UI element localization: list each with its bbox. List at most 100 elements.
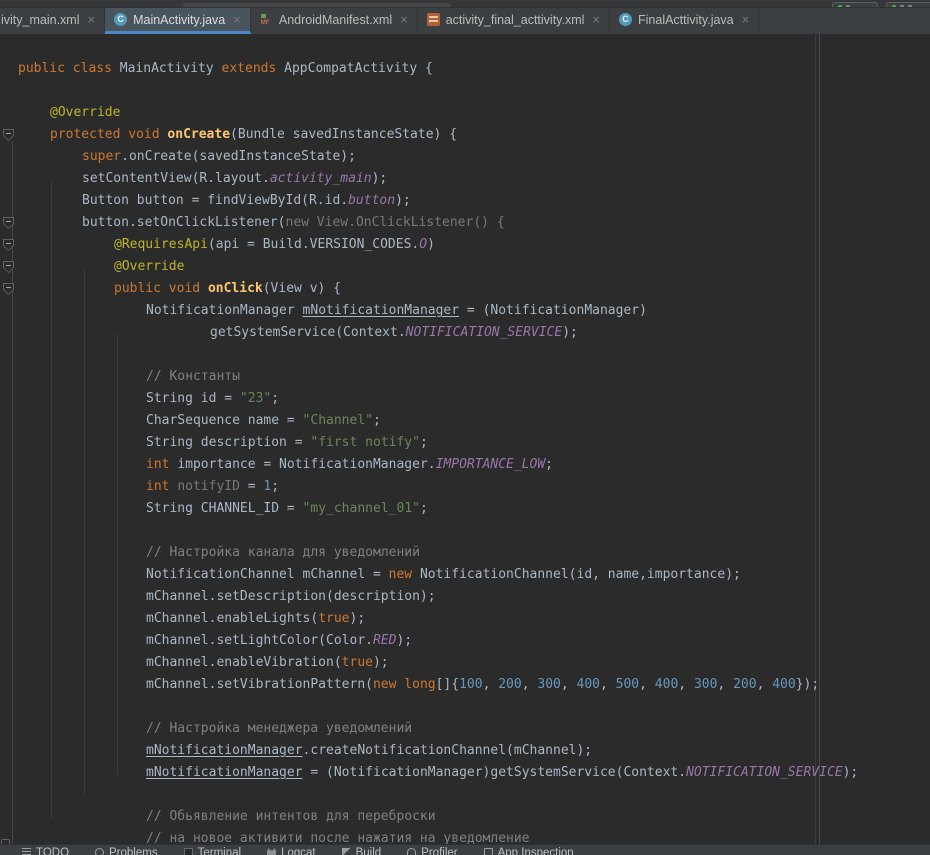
code-token: , (757, 677, 773, 692)
code-token: (Bundle savedInstanceState) { (230, 127, 457, 142)
code-line: super.onCreate(savedInstanceState); (0, 146, 930, 168)
toolwindow-button-Problems[interactable]: Problems (95, 847, 158, 855)
code-token: new (389, 567, 420, 582)
code-token: ); (372, 171, 388, 186)
code-token: public (114, 281, 169, 296)
close-icon[interactable]: × (231, 13, 241, 26)
close-icon[interactable]: × (590, 13, 600, 26)
code-token: .onCreate(savedInstanceState); (121, 149, 356, 164)
tab-AndroidManifest.xml[interactable]: AndroidManifest.xml× (251, 8, 418, 34)
code-token: notifyID (177, 479, 240, 494)
code-token: Button button = findViewById(R.id. (82, 193, 348, 208)
tab-activity_final_acttivity.xml[interactable]: activity_final_acttivity.xml× (418, 8, 610, 34)
code-token: 200 (733, 677, 756, 692)
code-line: mNotificationManager = (NotificationMana… (0, 762, 930, 784)
code-line: getSystemService(Context.NOTIFICATION_SE… (0, 322, 930, 344)
code-token: "23" (240, 391, 271, 406)
build-icon (342, 848, 351, 855)
code-editor[interactable]: public class MainActivity extends AppCom… (0, 34, 930, 855)
code-token: ; (271, 391, 279, 406)
code-token: , (639, 677, 655, 692)
top-toolbar-strip (0, 0, 930, 8)
code-token: activity_main (270, 171, 372, 186)
code-line: // Обьявление интентов для переброски (0, 806, 930, 828)
code-token: @Override (114, 259, 184, 274)
code-token: String description = (146, 435, 310, 450)
code-token: @RequiresApi (114, 237, 208, 252)
tab-MainActivity.java[interactable]: CMainActivity.java× (105, 8, 251, 34)
app-inspection-icon (484, 848, 493, 855)
code-token: 200 (498, 677, 521, 692)
code-line: CharSequence name = "Channel"; (0, 410, 930, 432)
tool-window-bar: TODO Problems Terminal Logcat Build Profiler A… (0, 844, 930, 855)
close-icon[interactable]: × (740, 13, 750, 26)
toolwindow-button-label: Logcat (281, 847, 316, 855)
code-line (0, 36, 930, 58)
toolwindow-button-Build[interactable]: Build (342, 847, 382, 855)
code-token: 500 (616, 677, 639, 692)
close-icon[interactable]: × (86, 13, 96, 26)
code-token: , (522, 677, 538, 692)
code-line: mChannel.enableLights(true); (0, 608, 930, 630)
code-token: (View v) { (263, 281, 341, 296)
code-line (0, 696, 930, 718)
tab-FinalActtivity.java[interactable]: CFinalActtivity.java× (610, 8, 759, 34)
tab-ivity_main.xml[interactable]: ivity_main.xml × (0, 8, 105, 34)
code-token: ; (271, 479, 279, 494)
code-line: mChannel.setVibrationPattern(new long[]{… (0, 674, 930, 696)
toolwindow-button-Logcat[interactable]: Logcat (267, 847, 316, 855)
code-token: ; (545, 457, 553, 472)
code-token: ); (395, 193, 411, 208)
toolwindow-button-label: Terminal (198, 847, 241, 855)
code-token: mNotificationManager (146, 765, 303, 780)
code-token: }); (796, 677, 819, 692)
code-token: (api = Build.VERSION_CODES. (208, 237, 419, 252)
code-token: MainActivity (120, 61, 222, 76)
code-token: int (146, 457, 177, 472)
code-line: button.setOnClickListener(new View.OnCli… (0, 212, 930, 234)
code-line: int notifyID = 1; (0, 476, 930, 498)
code-line: String CHANNEL_ID = "my_channel_01"; (0, 498, 930, 520)
toolwindow-button-label: Profiler (421, 847, 457, 855)
code-token: button (348, 193, 395, 208)
tab-label: FinalActtivity.java (638, 13, 734, 27)
toolwindow-button-label: TODO (36, 847, 69, 855)
toolwindow-button-Profiler[interactable]: Profiler (407, 847, 457, 855)
code-token: void (128, 127, 167, 142)
tab-label: ivity_main.xml (1, 13, 80, 27)
code-line: mChannel.setDescription(description); (0, 586, 930, 608)
code-token: = (NotificationManager) (459, 303, 647, 318)
code-token: extends (222, 61, 285, 76)
tab-label: MainActivity.java (133, 13, 225, 27)
code-token: ); (396, 633, 412, 648)
todo-icon (22, 848, 31, 855)
code-token: mChannel.setDescription(description); (146, 589, 436, 604)
code-token: , (483, 677, 499, 692)
code-token: // Константы (146, 369, 240, 384)
code-token: "first notify" (310, 435, 420, 450)
code-token: importance = NotificationManager. (177, 457, 435, 472)
code-token: mNotificationManager (303, 303, 460, 318)
logcat-icon (267, 848, 276, 855)
toolwindow-button-App Inspection[interactable]: App Inspection (484, 847, 574, 855)
code-token: long (404, 677, 435, 692)
code-token: , (561, 677, 577, 692)
code-token: []{ (436, 677, 459, 692)
toolwindow-button-Terminal[interactable]: Terminal (184, 847, 241, 855)
code-line: public class MainActivity extends AppCom… (0, 58, 930, 80)
toolwindow-button-label: Problems (109, 847, 158, 855)
code-token: AppCompatActivity { (284, 61, 433, 76)
code-line: NotificationManager mNotificationManager… (0, 300, 930, 322)
toolwindow-button-TODO[interactable]: TODO (22, 847, 69, 855)
code-token: ); (373, 655, 389, 670)
close-icon[interactable]: × (398, 13, 408, 26)
code-line: mChannel.enableVibration(true); (0, 652, 930, 674)
problems-icon (95, 848, 104, 855)
code-token: ; (420, 435, 428, 450)
code-token: "Channel" (303, 413, 373, 428)
code-token: , (678, 677, 694, 692)
code-line: @Override (0, 256, 930, 278)
code-line (0, 344, 930, 366)
code-token: 100 (459, 677, 482, 692)
code-line (0, 520, 930, 542)
